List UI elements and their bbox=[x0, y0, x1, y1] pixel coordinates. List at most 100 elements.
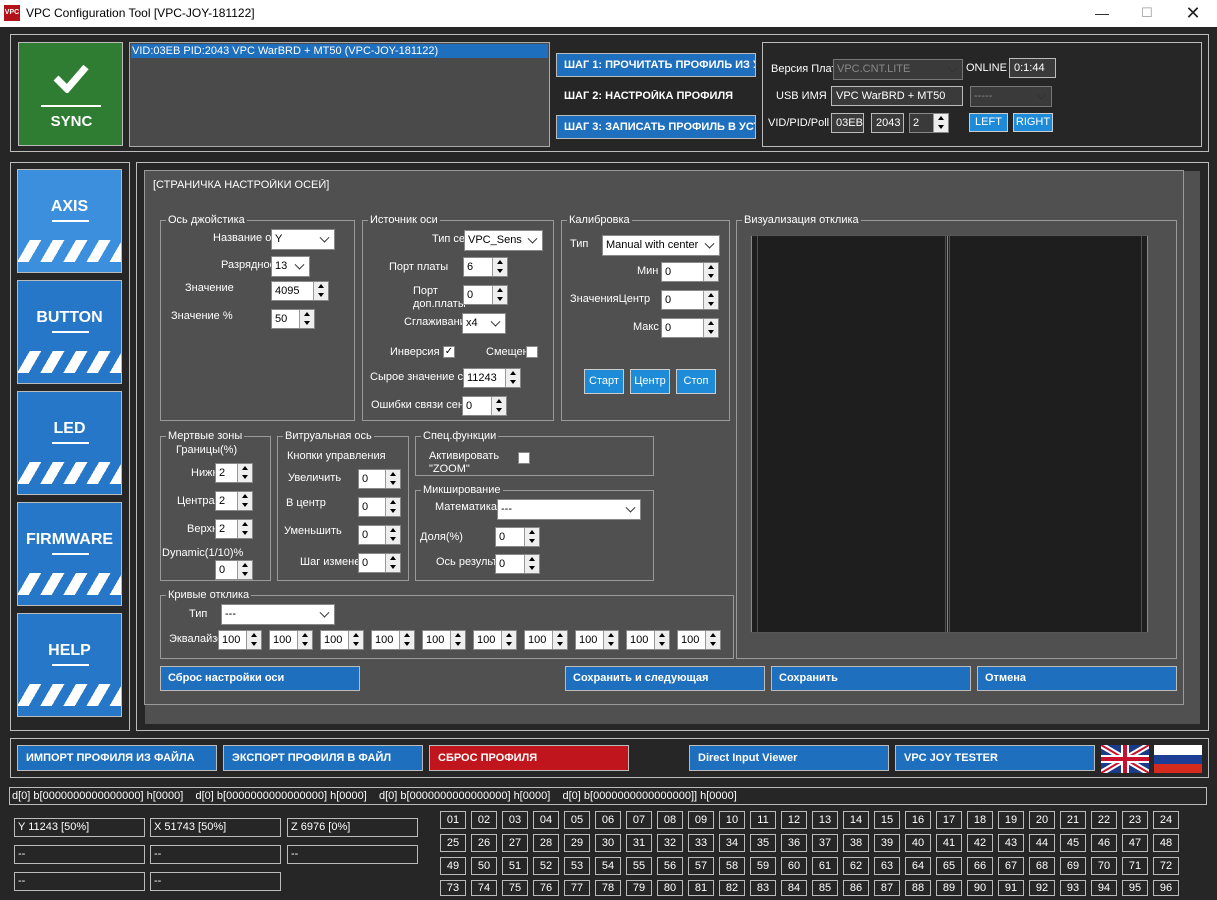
joystick-axis-group: Ось джойстика Название оси Y Разрядность… bbox=[160, 214, 355, 421]
export-profile-button[interactable]: ЭКСПОРТ ПРОФИЛЯ В ФАЙЛ bbox=[223, 745, 423, 771]
curve-type-combo[interactable]: --- bbox=[221, 604, 335, 625]
zoom-checkbox[interactable] bbox=[518, 452, 530, 464]
maximize-icon[interactable]: ☐ bbox=[1125, 2, 1169, 24]
direct-input-viewer-button[interactable]: Direct Input Viewer bbox=[689, 745, 889, 771]
left-button[interactable]: LEFT bbox=[969, 113, 1008, 132]
usb-name-field[interactable]: VPC WarBRD + MT50 bbox=[831, 86, 963, 106]
math-combo[interactable]: --- bbox=[497, 499, 641, 520]
raw-value-stepper[interactable]: 11243 bbox=[463, 368, 521, 388]
button-indicator: 32 bbox=[657, 834, 683, 852]
equalizer-stepper[interactable]: 100 bbox=[626, 630, 670, 650]
dynamic-stepper[interactable]: 0 bbox=[215, 560, 253, 580]
button-indicator: 29 bbox=[564, 834, 590, 852]
result-axis-stepper[interactable]: 0 bbox=[495, 554, 540, 574]
sidebar-item-button[interactable]: BUTTON bbox=[17, 280, 122, 384]
save-button[interactable]: Сохранить bbox=[771, 666, 971, 691]
sidebar-item-led[interactable]: LED bbox=[17, 391, 122, 495]
board-version-label: Версия Платы bbox=[771, 63, 833, 75]
step-stepper[interactable]: 0 bbox=[358, 553, 401, 573]
minimize-icon[interactable]: — bbox=[1080, 2, 1124, 24]
device-list[interactable]: VID:03EB PID:2043 VPC WarBRD + MT50 (VPC… bbox=[129, 42, 550, 147]
axis-name-combo[interactable]: Y bbox=[271, 229, 335, 250]
button-indicator: 56 bbox=[657, 857, 683, 875]
device-list-item[interactable]: VID:03EB PID:2043 VPC WarBRD + MT50 (VPC… bbox=[131, 44, 548, 58]
max-label: Макс bbox=[633, 321, 659, 333]
button-indicator: 12 bbox=[781, 811, 807, 829]
button-indicator: 71 bbox=[1122, 857, 1148, 875]
port-stepper[interactable]: 6 bbox=[463, 257, 508, 277]
reset-profile-button[interactable]: СБРОС ПРОФИЛЯ bbox=[429, 745, 629, 771]
calibration-stop-button[interactable]: Стоп bbox=[676, 369, 716, 394]
low-label: Нижняя bbox=[191, 467, 215, 479]
increase-stepper[interactable]: 0 bbox=[358, 469, 401, 489]
percent-stepper[interactable]: 50 bbox=[271, 309, 315, 329]
button-indicator: 05 bbox=[564, 811, 590, 829]
sidebar-item-help[interactable]: HELP bbox=[17, 613, 122, 717]
button-indicator: 31 bbox=[626, 834, 652, 852]
equalizer-stepper[interactable]: 100 bbox=[524, 630, 568, 650]
calibration-type-combo[interactable]: Manual with center bbox=[602, 235, 720, 256]
button-indicator: 68 bbox=[1029, 857, 1055, 875]
vid-field[interactable]: 03EB bbox=[831, 113, 864, 133]
high-stepper[interactable]: 2 bbox=[215, 519, 253, 539]
sidebar-item-firmware[interactable]: FIRMWARE bbox=[17, 502, 122, 606]
sync-button[interactable]: SYNC bbox=[18, 42, 123, 146]
share-stepper[interactable]: 0 bbox=[495, 527, 540, 547]
bits-combo[interactable]: 13 bbox=[271, 256, 310, 277]
equalizer-stepper[interactable]: 100 bbox=[473, 630, 517, 650]
equalizer-stepper[interactable]: 100 bbox=[371, 630, 415, 650]
visualization-group: Визуализация отклика bbox=[736, 214, 1177, 659]
ru-flag-icon[interactable] bbox=[1154, 745, 1202, 773]
axis-readout: -- bbox=[287, 845, 418, 864]
equalizer-stepper[interactable]: 100 bbox=[320, 630, 364, 650]
inversion-checkbox[interactable]: ✓ bbox=[443, 346, 455, 358]
min-stepper[interactable]: 0 bbox=[661, 262, 719, 282]
sensor-type-combo[interactable]: VPC_Sens bbox=[464, 230, 543, 251]
button-indicator: 43 bbox=[998, 834, 1024, 852]
equalizer-stepper[interactable]: 100 bbox=[677, 630, 721, 650]
close-icon[interactable]: ✕ bbox=[1171, 2, 1215, 24]
calibration-start-button[interactable]: Старт bbox=[584, 369, 624, 394]
errors-stepper[interactable]: 0 bbox=[462, 396, 507, 416]
aux-port-stepper[interactable]: 0 bbox=[463, 285, 508, 305]
pid-field[interactable]: 2043 bbox=[871, 113, 904, 133]
button-indicator: 62 bbox=[843, 857, 869, 875]
cancel-button[interactable]: Отмена bbox=[977, 666, 1177, 691]
usb-name-label: USB ИМЯ bbox=[776, 90, 827, 102]
low-stepper[interactable]: 2 bbox=[215, 463, 253, 483]
calibration-center-button[interactable]: Центр bbox=[630, 369, 670, 394]
equalizer-stepper[interactable]: 100 bbox=[575, 630, 619, 650]
to-center-stepper[interactable]: 0 bbox=[358, 497, 401, 517]
center-dz-stepper[interactable]: 2 bbox=[215, 491, 253, 511]
equalizer-stepper[interactable]: 100 bbox=[218, 630, 262, 650]
sidebar-item-axis[interactable]: AXIS bbox=[17, 169, 122, 273]
max-stepper[interactable]: 0 bbox=[661, 318, 719, 338]
poll-stepper[interactable]: 2 bbox=[909, 113, 949, 133]
button-indicator: 64 bbox=[905, 857, 931, 875]
joy-tester-button[interactable]: VPC JOY TESTER bbox=[895, 745, 1095, 771]
offset-checkbox[interactable] bbox=[526, 346, 538, 358]
board-version-combo[interactable]: VPC.CNT.LITE bbox=[833, 59, 963, 80]
button-indicator: 63 bbox=[874, 857, 900, 875]
button-indicator: 85 bbox=[812, 880, 838, 896]
center-stepper[interactable]: 0 bbox=[661, 290, 719, 310]
port-label: Порт платы bbox=[389, 261, 449, 273]
smoothing-combo[interactable]: x4 bbox=[462, 313, 506, 334]
save-next-button[interactable]: Сохранить и следующая bbox=[565, 666, 765, 691]
right-button[interactable]: RIGHT bbox=[1013, 113, 1053, 132]
decrease-stepper[interactable]: 0 bbox=[358, 525, 401, 545]
step1-read-button[interactable]: ШАГ 1: ПРОЧИТАТЬ ПРОФИЛЬ ИЗ УСТРОЙСТВА bbox=[556, 53, 756, 77]
value-stepper[interactable]: 4095 bbox=[271, 281, 329, 301]
step3-write-button[interactable]: ШАГ 3: ЗАПИСАТЬ ПРОФИЛЬ В УСТРОЙСТВО bbox=[556, 115, 756, 139]
equalizer-stepper[interactable]: 100 bbox=[422, 630, 466, 650]
curves-group: Кривые отклика Тип --- Эквалайзер 100100… bbox=[160, 589, 734, 659]
online-label: ONLINE bbox=[966, 62, 1007, 74]
equalizer-stepper[interactable]: 100 bbox=[269, 630, 313, 650]
button-indicator: 37 bbox=[812, 834, 838, 852]
uk-flag-icon[interactable] bbox=[1101, 745, 1149, 773]
import-profile-button[interactable]: ИМПОРТ ПРОФИЛЯ ИЗ ФАЙЛА bbox=[17, 745, 217, 771]
mixing-group: Микширование Математика --- Доля(%) 0 Ос… bbox=[415, 484, 654, 581]
button-indicator: 84 bbox=[781, 880, 807, 896]
usb-name-combo[interactable]: ----- bbox=[970, 86, 1052, 107]
reset-axis-button[interactable]: Сброс настройки оси bbox=[160, 666, 360, 691]
